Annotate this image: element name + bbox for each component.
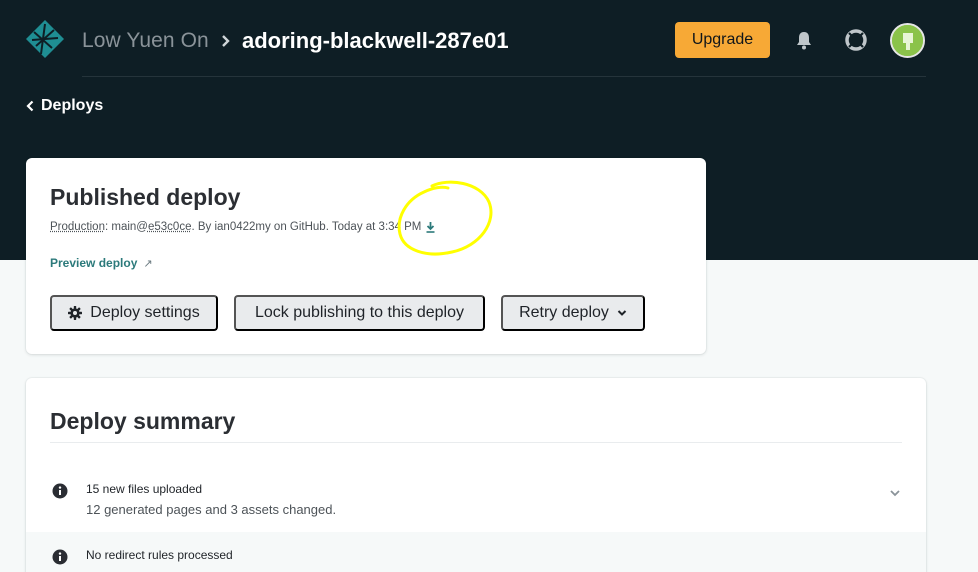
header-divider [82,76,926,77]
chevron-down-icon[interactable] [888,486,902,500]
deploy-summary-title: Deploy summary [50,408,236,434]
top-header: Low Yuen On adoring-blackwell-287e01 Upg… [0,0,978,78]
summary-item-files-uploaded[interactable]: 15 new files uploaded 12 generated pages… [26,466,926,532]
chevron-right-icon [218,33,234,49]
retry-deploy-button[interactable]: Retry deploy [501,295,645,331]
published-deploy-title: Published deploy [50,184,241,210]
commit-link[interactable]: e53c0ce [148,221,191,233]
deploy-settings-label: Deploy settings [90,304,200,321]
deploy-meta: Production : main@ e53c0ce . By ian0422m… [50,221,436,233]
bell-icon[interactable] [792,28,816,52]
user-avatar[interactable] [890,23,925,58]
published-deploy-card: Published deploy Production : main@ e53c… [26,158,706,354]
info-icon [52,549,68,565]
deploy-summary-card: Deploy summary 15 new files uploaded 12 … [26,378,926,572]
breadcrumb-team[interactable]: Low Yuen On [82,29,209,53]
preview-deploy-link[interactable]: Preview deploy ↗ [50,256,153,270]
breadcrumb-site[interactable]: adoring-blackwell-287e01 [242,28,509,54]
back-link-label: Deploys [41,97,104,114]
external-link-icon: ↗ [143,257,153,270]
summary-item-title: 15 new files uploaded [86,482,203,496]
netlify-logo-icon[interactable] [24,18,66,60]
summary-divider [50,442,902,443]
deploy-context-label[interactable]: Production [50,221,105,233]
summary-item-redirects[interactable]: No redirect rules processed [26,532,926,572]
retry-deploy-label: Retry deploy [519,304,609,321]
deploy-author-time: . By ian0422my on GitHub. Today at 3:34 … [191,221,422,233]
chevron-down-icon [617,310,627,316]
info-icon [52,483,68,499]
back-to-deploys-link[interactable]: Deploys [26,97,103,115]
deploy-settings-button[interactable]: Deploy settings [50,295,218,331]
help-lifebuoy-icon[interactable] [843,27,869,53]
gear-icon [68,306,83,320]
summary-item-description: 12 generated pages and 3 assets changed. [86,502,337,517]
chevron-left-icon [26,100,34,112]
summary-item-title: No redirect rules processed [86,548,233,562]
branch-prefix: : main@ [104,221,148,233]
download-icon[interactable] [425,221,436,233]
lock-publishing-button[interactable]: Lock publishing to this deploy [234,295,485,331]
preview-deploy-label: Preview deploy [50,256,138,270]
upgrade-button[interactable]: Upgrade [675,22,770,58]
